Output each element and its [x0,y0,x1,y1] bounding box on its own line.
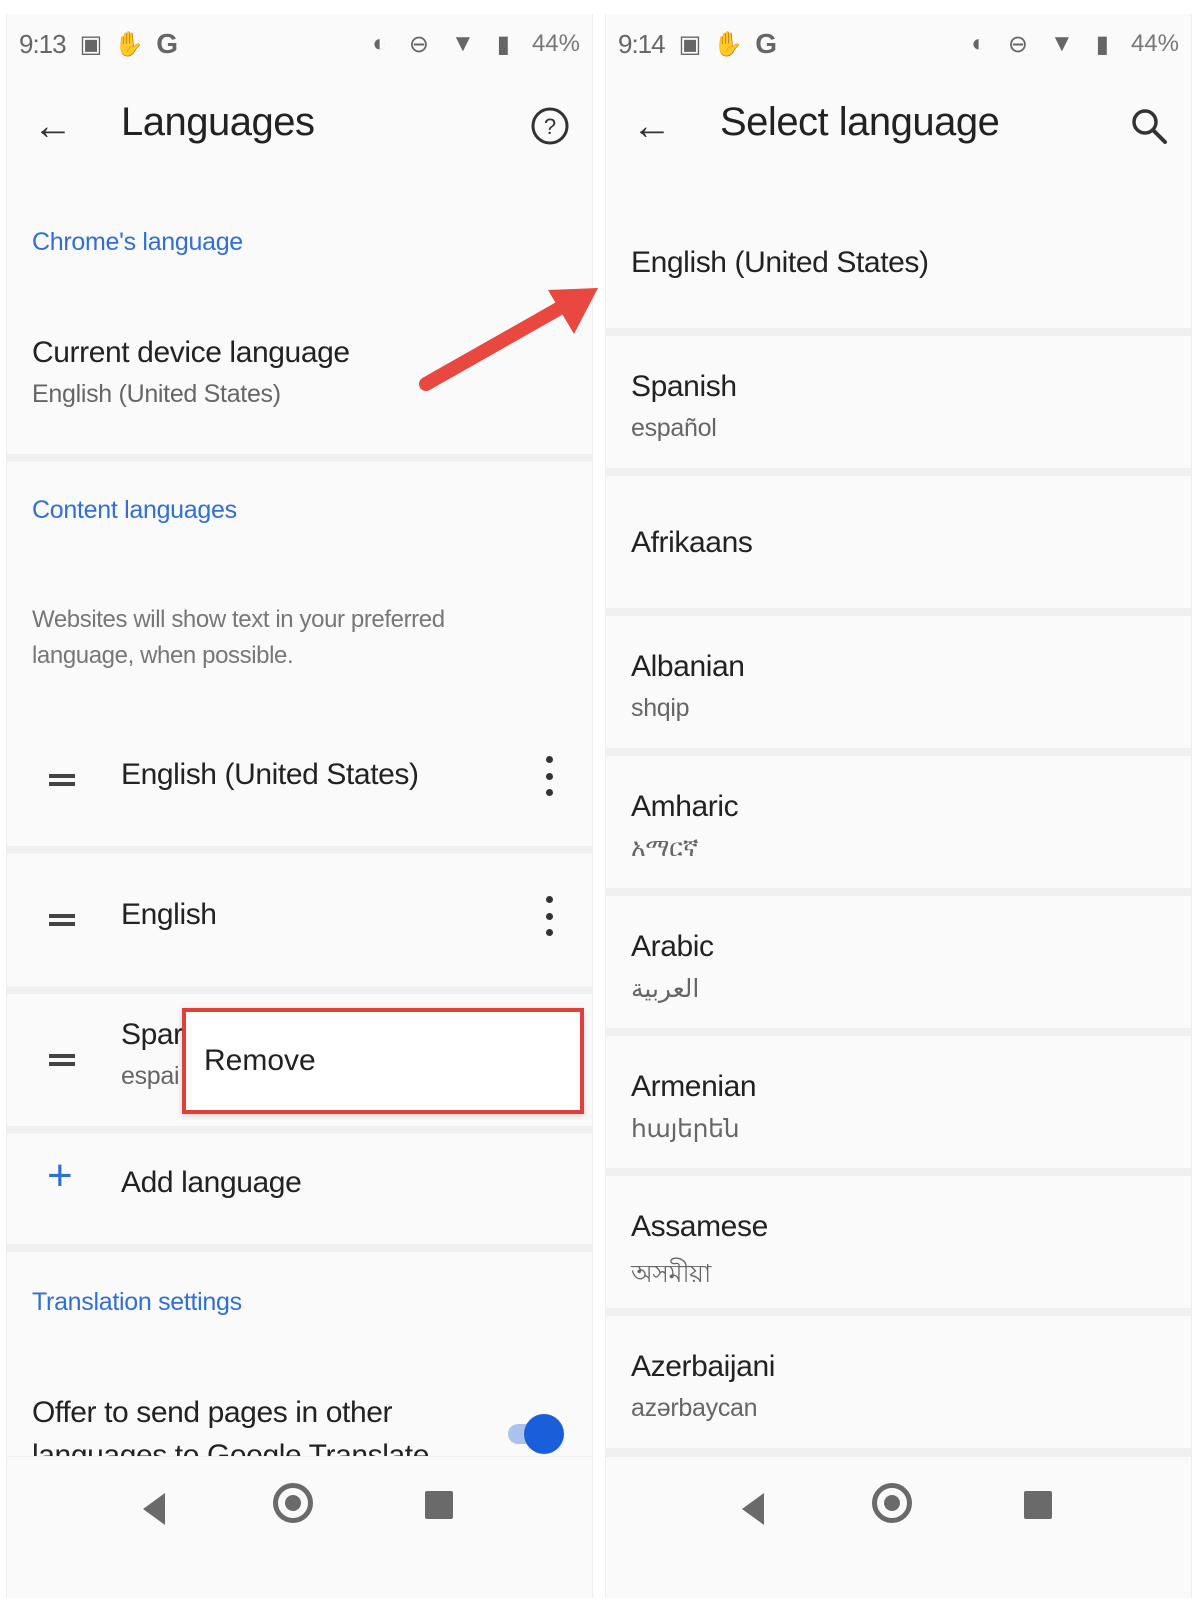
more-vert-icon[interactable] [544,756,554,796]
language-option[interactable]: Spanish español [606,336,1191,476]
plus-icon: + [47,1151,73,1200]
language-option-name: Spanish [631,370,737,403]
language-option-native: español [631,414,717,442]
add-language-label: Add language [121,1166,302,1199]
content-languages-description: Websites will show text in your preferre… [32,606,445,669]
language-option-name: English (United States) [631,246,929,279]
remove-menu-item[interactable]: Remove [182,1008,584,1114]
language-option-native: shqip [631,694,690,722]
divider [7,1244,592,1252]
vibrate-icon: ◐ [372,30,387,57]
page-title: Select language [720,100,1000,144]
nav-recents-icon[interactable] [1024,1491,1052,1519]
status-bar: 9:13 ▣ ✋ G ◐ ⊖ ▼ ▮ 44% [7,26,592,62]
notification-icon: ✋ [713,30,744,58]
nav-back-icon[interactable] [143,1493,165,1525]
vibrate-icon: ◐ [971,30,986,57]
google-notification-icon: G [156,28,178,59]
divider [7,846,592,854]
nav-home-icon[interactable] [273,1483,313,1523]
svg-text:?: ? [544,114,556,139]
language-option[interactable]: Amharic አማርኛ [606,756,1191,896]
language-option[interactable]: English (United States) [606,196,1191,336]
battery-icon: ▮ [1095,30,1109,58]
language-option[interactable]: Arabic العربية [606,896,1191,1036]
translation-settings-header: Translation settings [32,1288,242,1316]
language-option-native: العربية [631,975,700,1003]
language-option-native: অসমীয়া [631,1260,711,1288]
more-vert-icon[interactable] [544,896,554,936]
language-option-name: Albanian [631,650,745,683]
notification-icon: ▣ [678,30,702,58]
divider [7,986,592,994]
dnd-icon: ⊖ [408,30,429,58]
notification-icon: ✋ [114,30,145,58]
drag-handle-icon[interactable] [49,772,75,788]
battery-percent: 44% [531,30,580,57]
language-row[interactable]: English [7,854,592,986]
device-language-title: Current device language [32,336,350,369]
status-bar: 9:14 ▣ ✋ G ◐ ⊖ ▼ ▮ 44% [606,26,1191,62]
page-title: Languages [121,100,315,144]
offer-translate-label: Offer to send pages in other [32,1396,393,1429]
language-option[interactable]: Albanian shqip [606,616,1191,756]
language-option[interactable]: Afrikaans [606,476,1191,616]
current-device-language-row[interactable]: Current device language English (United … [7,336,592,446]
system-nav-bar [606,1456,1191,1598]
wifi-icon: ▼ [1049,30,1074,57]
language-option-native: հայերեն [631,1115,740,1143]
battery-percent: 44% [1130,30,1179,57]
system-nav-bar [7,1456,592,1598]
drag-handle-icon[interactable] [49,912,75,928]
app-bar: ← Select language [606,92,1191,164]
language-option[interactable]: Assamese অসমীয়া [606,1176,1191,1316]
nav-recents-icon[interactable] [425,1491,453,1519]
status-right-group: ◐ ⊖ ▼ ▮ 44% [971,30,1179,59]
drag-handle-icon[interactable] [49,1052,75,1068]
back-arrow-icon[interactable]: ← [630,104,674,148]
content-languages-header: Content languages [32,496,237,524]
language-option-name: Arabic [631,930,714,963]
search-icon[interactable] [1127,104,1171,148]
notification-icon: ▣ [79,30,103,58]
google-notification-icon: G [755,28,777,59]
languages-screen: 9:13 ▣ ✋ G ◐ ⊖ ▼ ▮ 44% ← Languages ? Chr… [6,14,593,1598]
language-option-name: Afrikaans [631,526,753,559]
language-option-native: አማርኛ [631,834,699,862]
language-name: English [121,898,217,931]
status-time: 9:13 [19,28,67,59]
app-bar: ← Languages ? [7,92,592,164]
chrome-language-header: Chrome's language [32,228,243,256]
language-option-name: Azerbaijani [631,1350,776,1383]
language-option-native: azərbaycan [631,1394,758,1422]
select-language-screen: 9:14 ▣ ✋ G ◐ ⊖ ▼ ▮ 44% ← Select language… [605,14,1192,1598]
status-right-group: ◐ ⊖ ▼ ▮ 44% [372,30,580,59]
language-option-name: Armenian [631,1070,757,1103]
add-language-button[interactable]: + Add language [7,1126,592,1244]
language-option-name: Assamese [631,1210,768,1243]
device-language-value: English (United States) [32,380,281,408]
remove-label: Remove [204,1044,316,1077]
dnd-icon: ⊖ [1007,30,1028,58]
language-native: espai [121,1062,180,1090]
language-option-name: Amharic [631,790,739,823]
status-time: 9:14 [618,28,666,59]
divider [7,454,592,462]
nav-back-icon[interactable] [742,1493,764,1525]
wifi-icon: ▼ [450,30,475,57]
language-row[interactable]: English (United States) [7,714,592,846]
translate-toggle[interactable] [508,1414,564,1454]
language-name: Spar [121,1018,183,1051]
nav-home-icon[interactable] [872,1483,912,1523]
back-arrow-icon[interactable]: ← [31,104,75,148]
language-option[interactable]: Armenian հայերեն [606,1036,1191,1176]
offer-translate-label-cut: languages to Google Translate [32,1439,430,1456]
battery-icon: ▮ [496,30,510,58]
language-name: English (United States) [121,758,419,791]
help-icon[interactable]: ? [528,104,572,148]
language-option[interactable]: Azerbaijani azərbaycan [606,1316,1191,1456]
